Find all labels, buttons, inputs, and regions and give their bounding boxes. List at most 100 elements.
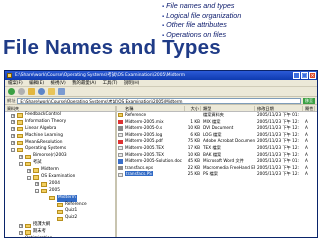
expand-icon[interactable]: + (19, 154, 23, 159)
tree-item[interactable]: Midterm (5, 194, 115, 202)
file-row[interactable]: transfacs.eps 22 KB Macromedia FreeHand EP… (117, 165, 317, 172)
maximize-button[interactable]: □ (301, 72, 308, 79)
slide-title: File Names and Types (3, 36, 221, 59)
tree-item[interactable]: + Information Theory (5, 119, 115, 126)
column-header-attributes[interactable]: 屬性 (303, 106, 315, 111)
file-row[interactable]: Reference 檔案資料夾 2005/11/23 下午 01: (117, 112, 317, 119)
tree-item-label: Midterm (57, 194, 77, 202)
file-name: Midterm-2005-0.s (117, 125, 185, 132)
tree-item-label: 期末考 (33, 229, 46, 235)
collapse-icon[interactable]: - (11, 147, 15, 152)
window-title: E:\Share\work\Course\Operating Systems\考… (15, 73, 185, 78)
views-icon[interactable] (58, 88, 65, 95)
file-row[interactable]: Midterm-2005.TEX 10 KB BAK 檔案 2005/11/23 下午… (117, 152, 317, 159)
file-rows: Reference 檔案資料夾 2005/11/23 下午 01: Midterm-2… (117, 112, 317, 178)
tree-item[interactable]: Reference (5, 202, 115, 209)
go-button[interactable]: 移至 (303, 97, 315, 104)
file-name-text: Midterm-2005.TEX (125, 144, 164, 150)
menu-tools[interactable]: 工具(T) (103, 81, 118, 86)
folder-icon (17, 133, 23, 139)
file-attributes: A (305, 125, 308, 131)
folder-icon (25, 230, 31, 235)
menu-file[interactable]: 檔案(F) (8, 81, 23, 86)
file-name-text: transfacs.PS (125, 171, 153, 177)
window-titlebar[interactable]: E:\Share\work\Course\Operating Systems\考… (5, 71, 317, 80)
file-size: 22 KB (187, 164, 200, 170)
up-folder-icon[interactable] (28, 88, 35, 95)
folder-icon (49, 195, 55, 201)
file-type: MIX 檔案 (203, 118, 221, 124)
column-header-name[interactable]: 名稱 (117, 106, 185, 111)
tree-item-label: OS Examination (41, 174, 76, 180)
expand-icon[interactable]: + (19, 223, 23, 228)
expand-icon[interactable]: + (11, 141, 15, 146)
file-row[interactable]: Midterm-2005.TEX 17 KB TEX 檔案 2005/11/23 下午… (117, 145, 317, 152)
expand-icon[interactable]: + (11, 113, 15, 118)
tree-item[interactable]: +Optimization (5, 236, 115, 237)
file-row[interactable]: Midterm-2005-0.s 10 KB DVI Document 2005/11… (117, 125, 317, 132)
expand-icon[interactable]: + (27, 168, 31, 173)
collapse-icon[interactable]: - (27, 175, 31, 180)
tree-item-label: Midterm (41, 167, 59, 173)
folder-icon (41, 182, 47, 187)
column-header-type[interactable]: 類型 (201, 106, 255, 111)
exe-file-icon (118, 126, 123, 131)
file-row[interactable]: Midterm-2005.log 6 KB LOG 檔案 2005/11/23 下午 … (117, 132, 317, 139)
column-header-date[interactable]: 修改日期 (255, 106, 303, 111)
file-row[interactable]: Midterm-2005.pdf 75 KB Adobe Acrobat Docum… (117, 138, 317, 145)
expand-icon[interactable]: + (11, 127, 15, 132)
search-icon[interactable] (38, 88, 45, 95)
collapse-icon[interactable]: - (19, 161, 23, 166)
tree-item-label: Information Theory (25, 118, 67, 124)
collapse-icon[interactable]: - (35, 189, 39, 194)
menu-view[interactable]: 檢視(V) (51, 81, 66, 86)
txt-file-icon (118, 152, 123, 157)
menu-help[interactable]: 說明(H) (124, 81, 140, 86)
tree-item[interactable]: + Machine Learning (5, 133, 115, 140)
tree-item[interactable]: + Bimorse(r)2003 (5, 153, 115, 160)
tree-item[interactable]: + 期末考 (5, 229, 115, 236)
tree-item[interactable]: + Linear Algebra (5, 126, 115, 133)
folders-icon[interactable] (48, 88, 55, 95)
tree-item[interactable]: + 授課大綱 (5, 222, 115, 229)
folder-icon (57, 202, 63, 208)
file-size: 10 KB (187, 151, 200, 157)
minimize-button[interactable]: _ (293, 72, 300, 79)
menu-favorites[interactable]: 我的最愛(A) (72, 81, 96, 86)
back-arrow-icon[interactable] (8, 88, 15, 95)
file-date: 2005/11/23 下午 12: (257, 138, 299, 144)
file-row[interactable]: Midterm-2005.mix 1 KB MIX 檔案 2005/11/23 下午 … (117, 119, 317, 126)
file-row[interactable]: Midterm-2005-Solution.doc 45 KB Microsoft … (117, 158, 317, 165)
column-header-size[interactable]: 大小 (185, 106, 201, 111)
forward-arrow-icon[interactable] (18, 88, 25, 95)
tree-item[interactable]: - 考試 (5, 160, 115, 167)
expand-icon[interactable]: + (11, 134, 15, 139)
tree-item[interactable]: Quiz1 (5, 208, 115, 215)
address-input[interactable]: E:\Share\work\Course\Operating Systems\考… (17, 97, 301, 104)
pdf-file-icon (118, 119, 123, 124)
tree-item[interactable]: - 2005 (5, 188, 115, 195)
file-size: 6 KB (190, 131, 200, 137)
file-name: transfacs.eps (117, 165, 185, 172)
expand-icon[interactable]: + (35, 182, 39, 187)
file-list: 名稱 大小 類型 修改日期 屬性 Reference 檔案資料夾 2005/11/2… (117, 106, 317, 237)
txt-file-icon (118, 146, 123, 151)
menu-edit[interactable]: 編輯(E) (29, 81, 44, 86)
file-name-text: Midterm-2005.TEX (125, 151, 164, 157)
expand-icon[interactable]: + (19, 230, 23, 235)
tree-item[interactable]: - OS Examination (5, 174, 115, 181)
tree-item[interactable]: Quiz2 (5, 215, 115, 222)
tree-item-label: Quiz2 (65, 215, 78, 221)
file-attributes: A (305, 144, 308, 150)
file-attributes: A (305, 118, 308, 124)
tree-item[interactable]: + Midterm (5, 167, 115, 174)
tree-item-label: 2005 (49, 187, 60, 193)
tree-item[interactable]: + FeedbackControl (5, 112, 115, 119)
file-row[interactable]: transfacs.PS 25 KB PS 檔案 2005/11/23 下午 12: A (117, 171, 317, 178)
menu-bar: 檔案(F) 編輯(E) 檢視(V) 我的最愛(A) 工具(T) 說明(H) (5, 80, 317, 87)
close-button[interactable]: × (309, 72, 316, 79)
file-name: Midterm-2005.mix (117, 119, 185, 126)
tree-item[interactable]: +2004 (5, 181, 115, 188)
expand-icon[interactable]: + (11, 120, 15, 125)
folder-icon (17, 113, 23, 118)
